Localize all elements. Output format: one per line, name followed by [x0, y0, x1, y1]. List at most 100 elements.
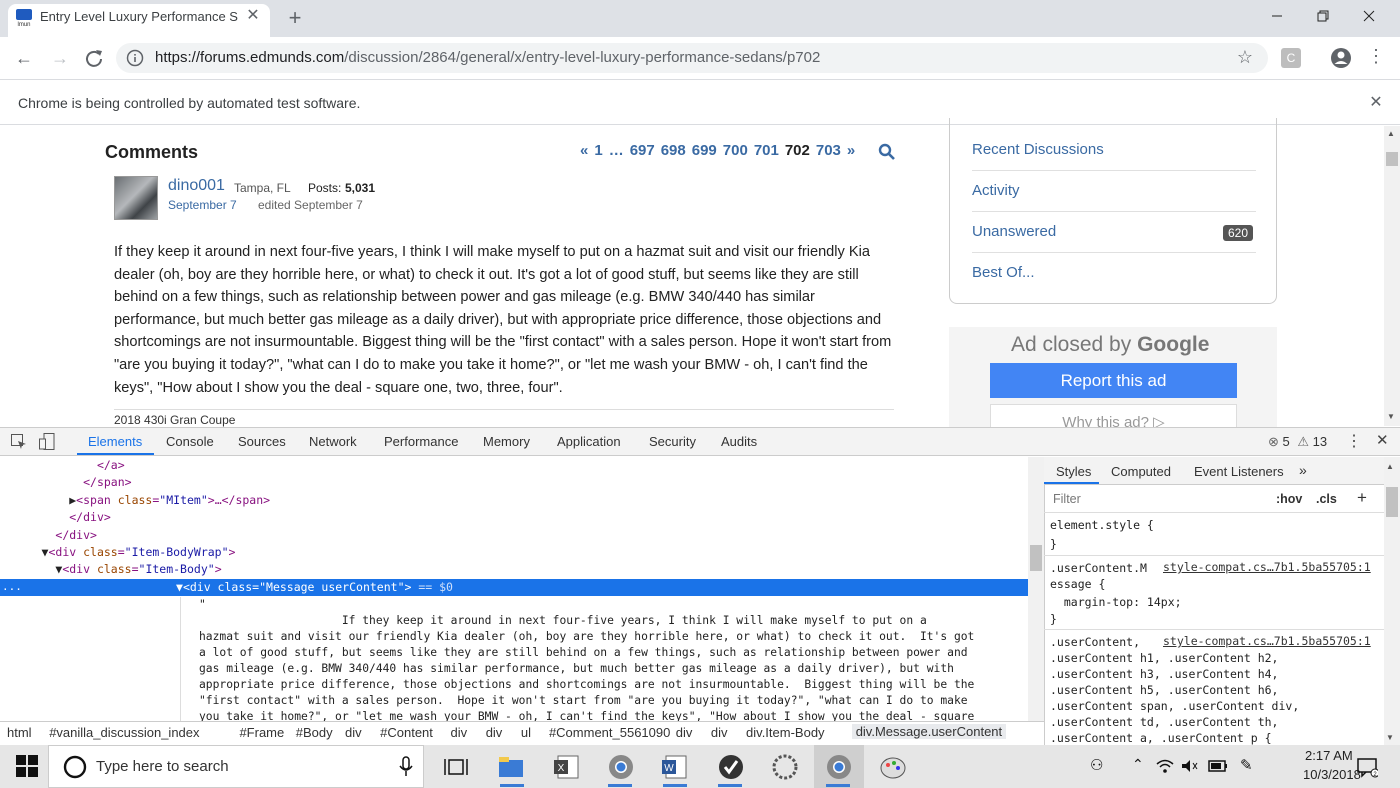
breadcrumb-item[interactable]: div	[676, 725, 693, 740]
styles-scroll-down-icon[interactable]: ▼	[1386, 733, 1394, 742]
pager-prev[interactable]: «	[580, 142, 588, 159]
breadcrumb-item[interactable]: #Comment_5561090	[549, 725, 670, 740]
pager-page-link[interactable]: 698	[661, 142, 686, 159]
comment-date[interactable]: September 7	[168, 198, 237, 212]
tab-computed[interactable]: Computed	[1111, 464, 1171, 479]
infobar-close-icon[interactable]: ✕	[1366, 92, 1386, 112]
rule2-source-link[interactable]: style-compat.cs…7b1.5ba55705:1	[1163, 634, 1371, 648]
pager-page-link[interactable]: 701	[754, 142, 779, 159]
styles-scroll-thumb[interactable]	[1386, 487, 1398, 517]
expand-arrow-icon[interactable]: ▼	[176, 580, 183, 594]
device-toolbar-icon[interactable]	[38, 432, 56, 452]
forward-button[interactable]: →	[48, 46, 72, 70]
reload-button[interactable]	[82, 46, 106, 70]
chrome-icon[interactable]	[606, 752, 636, 782]
dom-line[interactable]: </span>	[0, 474, 1028, 491]
element-style-rule[interactable]: element.style {	[1050, 517, 1154, 533]
error-warning-counts[interactable]: ⊗ 5 ⚠ 13	[1268, 434, 1327, 450]
paint-icon[interactable]	[878, 752, 908, 782]
devtools-close-icon[interactable]: ✕	[1376, 431, 1389, 449]
clock-time[interactable]: 2:17 AM	[1305, 748, 1353, 763]
breadcrumb-item[interactable]: html	[7, 725, 32, 740]
close-window-button[interactable]	[1346, 0, 1392, 32]
dom-line[interactable]: ▼<div class="Item-Body">	[0, 561, 1028, 578]
breadcrumb-item[interactable]: #vanilla_discussion_index	[49, 725, 199, 740]
restore-button[interactable]	[1300, 0, 1346, 32]
more-tabs-button[interactable]: »	[1299, 462, 1307, 478]
tab-audits[interactable]: Audits	[721, 434, 757, 449]
dom-scroll-thumb[interactable]	[1030, 545, 1042, 571]
extension-icon[interactable]: C	[1281, 48, 1301, 68]
tab-performance[interactable]: Performance	[384, 434, 458, 449]
task-view-icon[interactable]	[444, 756, 468, 778]
breadcrumb-item[interactable]: #Frame	[239, 725, 284, 740]
tab-styles[interactable]: Styles	[1056, 464, 1091, 479]
breadcrumb-item[interactable]: div	[486, 725, 503, 740]
battery-icon[interactable]	[1208, 759, 1228, 773]
breadcrumb-item[interactable]: div.Message.userContent	[851, 724, 1007, 739]
pager-page-link[interactable]: 1	[594, 142, 602, 159]
dom-line[interactable]: </div>	[0, 527, 1028, 544]
taskbar-search-placeholder[interactable]: Type here to search	[96, 758, 229, 775]
loading-app-icon[interactable]	[770, 752, 800, 782]
tab-network[interactable]: Network	[309, 434, 357, 449]
chrome-active-icon[interactable]	[824, 752, 854, 782]
tab-console[interactable]: Console	[166, 434, 214, 449]
pager-page-link[interactable]: 697	[630, 142, 655, 159]
page-scroll-thumb[interactable]	[1386, 152, 1398, 166]
breadcrumb-item[interactable]: #Body	[296, 725, 333, 740]
clock-date[interactable]: 10/3/2018	[1303, 767, 1361, 782]
breadcrumb-item[interactable]: div	[451, 725, 468, 740]
tab-sources[interactable]: Sources	[238, 434, 286, 449]
bookmark-star-icon[interactable]: ☆	[1234, 47, 1256, 69]
tab-elements[interactable]: Elements	[88, 434, 142, 449]
selected-dom-node[interactable]	[0, 579, 1028, 596]
checkmark-app-icon[interactable]	[716, 752, 746, 782]
dom-line[interactable]: </div>	[0, 509, 1028, 526]
file-explorer-icon[interactable]	[496, 752, 526, 782]
excel-icon[interactable]: X	[552, 752, 582, 782]
selected-node-ellipsis[interactable]: ...	[2, 580, 22, 593]
sidebar-item-best-of[interactable]: Best Of...	[972, 264, 1035, 281]
url-text[interactable]: https://forums.edmunds.com/discussion/28…	[155, 49, 820, 66]
inspect-element-icon[interactable]	[10, 433, 28, 451]
breadcrumb-item[interactable]: div.Item-Body	[746, 725, 825, 740]
search-icon[interactable]	[878, 143, 896, 161]
pager-page-link[interactable]: 699	[692, 142, 717, 159]
pager-next[interactable]: »	[847, 142, 855, 159]
devtools-menu-icon[interactable]: ⋮	[1346, 431, 1362, 451]
pager-page-link[interactable]: 700	[723, 142, 748, 159]
rule1-source-link[interactable]: style-compat.cs…7b1.5ba55705:1	[1163, 560, 1371, 574]
back-button[interactable]: ←	[12, 46, 36, 70]
cls-toggle[interactable]: .cls	[1316, 492, 1337, 506]
report-ad-button[interactable]: Report this ad	[990, 363, 1237, 398]
scroll-up-arrow-icon[interactable]: ▲	[1387, 129, 1395, 138]
word-icon[interactable]: W	[660, 752, 690, 782]
tab-event-listeners[interactable]: Event Listeners	[1194, 464, 1284, 479]
dom-line[interactable]: ▶<span class="MItem">…</span>	[0, 492, 1028, 509]
wifi-icon[interactable]	[1156, 758, 1174, 774]
windows-start-icon[interactable]	[16, 755, 38, 777]
chrome-menu-icon[interactable]: ⋮	[1366, 46, 1386, 70]
volume-icon[interactable]	[1180, 758, 1198, 774]
tab-memory[interactable]: Memory	[483, 434, 530, 449]
people-icon[interactable]: ⚇	[1090, 756, 1103, 774]
new-tab-button[interactable]: +	[282, 6, 308, 32]
scroll-down-arrow-icon[interactable]: ▼	[1387, 412, 1395, 421]
tab-security[interactable]: Security	[649, 434, 696, 449]
styles-scroll-up-icon[interactable]: ▲	[1386, 462, 1394, 471]
rule1-declaration[interactable]: margin-top: 14px;	[1050, 594, 1182, 610]
breadcrumb-item[interactable]: #Content	[380, 725, 433, 740]
dom-scrollbar[interactable]	[1028, 457, 1044, 721]
breadcrumb-item[interactable]: div	[711, 725, 728, 740]
comment-author[interactable]: dino001	[168, 177, 225, 195]
minimize-button[interactable]	[1254, 0, 1300, 32]
sidebar-item-unanswered[interactable]: Unanswered	[972, 223, 1056, 240]
sidebar-item-activity[interactable]: Activity	[972, 182, 1020, 199]
dom-line[interactable]: ▼<div class="Item-BodyWrap">	[0, 544, 1028, 561]
breadcrumb-item[interactable]: div	[345, 725, 362, 740]
tray-chevron-icon[interactable]: ⌃	[1132, 756, 1144, 773]
pager-page-link[interactable]: 703	[816, 142, 841, 159]
microphone-icon[interactable]	[398, 756, 414, 778]
sidebar-item-recent-discussions[interactable]: Recent Discussions	[972, 141, 1104, 158]
